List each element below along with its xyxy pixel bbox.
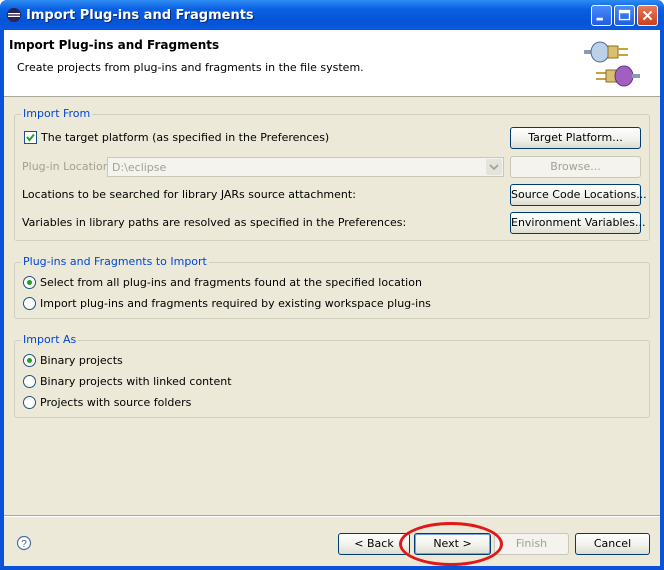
checkmark-icon	[26, 133, 35, 142]
close-icon	[642, 10, 653, 21]
import-required-radio-label[interactable]: Import plug-ins and fragments required b…	[40, 297, 431, 310]
binary-projects-radio[interactable]	[23, 354, 36, 367]
import-from-label: Import From	[21, 107, 93, 120]
binary-linked-radio-label[interactable]: Binary projects with linked content	[40, 375, 232, 388]
binary-linked-radio[interactable]	[23, 375, 36, 388]
plugin-location-combo[interactable]: D:\eclipse	[107, 157, 504, 177]
import-as-label: Import As	[21, 333, 79, 346]
plugins-to-import-group: Plug-ins and Fragments to Import Select …	[14, 255, 650, 319]
binary-projects-radio-label[interactable]: Binary projects	[40, 354, 123, 367]
import-required-radio[interactable]	[23, 297, 36, 310]
maximize-icon	[618, 9, 631, 21]
select-all-radio[interactable]	[23, 276, 36, 289]
target-platform-checkbox[interactable]	[24, 131, 37, 144]
dialog-client-area: Import Plug-ins and Fragments Create pro…	[4, 30, 660, 566]
source-code-locations-button[interactable]: Source Code Locations...	[510, 184, 647, 206]
source-folders-radio-label[interactable]: Projects with source folders	[40, 396, 191, 409]
minimize-button[interactable]	[591, 5, 612, 26]
browse-button[interactable]: Browse...	[510, 156, 641, 178]
svg-text:?: ?	[21, 539, 27, 550]
plugin-location-label: Plug-in Location:	[22, 160, 114, 173]
source-folders-radio[interactable]	[23, 396, 36, 409]
footer-separator	[4, 515, 660, 517]
close-button[interactable]	[637, 5, 658, 26]
target-platform-checkbox-label[interactable]: The target platform (as specified in the…	[41, 131, 329, 144]
target-platform-button[interactable]: Target Platform...	[510, 127, 641, 149]
environment-variables-button[interactable]: Environment Variables...	[510, 212, 646, 234]
cancel-button[interactable]: Cancel	[575, 533, 650, 555]
finish-button[interactable]: Finish	[494, 533, 569, 555]
highlight-annotation	[399, 522, 503, 566]
title-bar[interactable]: Import Plug-ins and Fragments	[0, 0, 664, 30]
import-as-group: Import As Binary projects Binary project…	[14, 333, 650, 418]
window-title: Import Plug-ins and Fragments	[26, 8, 254, 23]
eclipse-icon	[7, 8, 21, 22]
variables-description: Variables in library paths are resolved …	[22, 216, 407, 229]
minimize-icon	[596, 17, 603, 21]
import-from-group: Import From The target platform (as spec…	[14, 107, 650, 241]
banner-title: Import Plug-ins and Fragments	[9, 38, 220, 52]
wizard-banner: Import Plug-ins and Fragments Create pro…	[4, 30, 660, 97]
plugin-location-value: D:\eclipse	[112, 161, 167, 174]
dialog-window: Import Plug-ins and Fragments Import Plu…	[0, 0, 664, 570]
chevron-down-icon	[486, 159, 502, 175]
maximize-button[interactable]	[614, 5, 635, 26]
locations-description: Locations to be searched for library JAR…	[22, 188, 356, 201]
help-icon[interactable]: ?	[16, 535, 32, 551]
plugin-banner-icon	[584, 41, 640, 87]
banner-description: Create projects from plug-ins and fragme…	[17, 61, 364, 74]
plugins-to-import-label: Plug-ins and Fragments to Import	[21, 255, 209, 268]
select-all-radio-label[interactable]: Select from all plug-ins and fragments f…	[40, 276, 422, 289]
